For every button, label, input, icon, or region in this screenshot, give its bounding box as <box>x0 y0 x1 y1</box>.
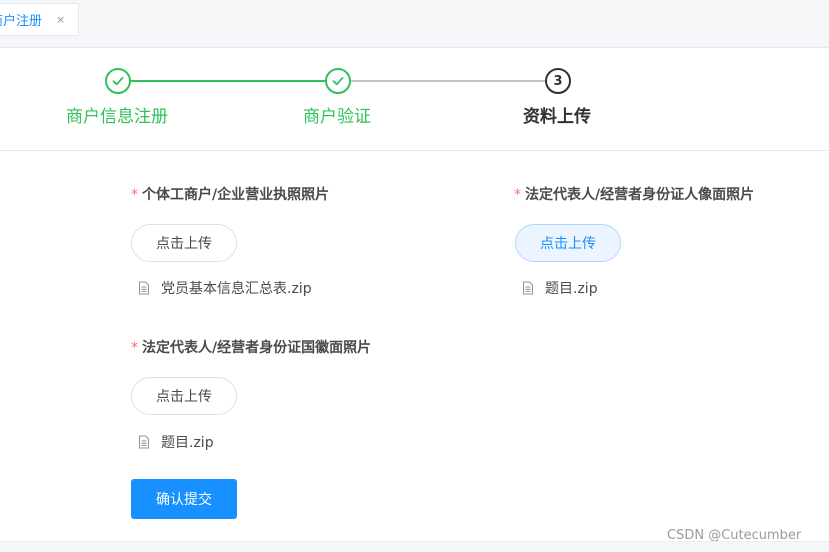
step-3-number: 3 <box>545 68 571 94</box>
document-icon <box>139 435 149 449</box>
required-asterisk: * <box>131 187 138 203</box>
close-icon[interactable]: × <box>56 13 65 26</box>
document-icon <box>523 281 533 295</box>
file-name: 题目.zip <box>545 281 598 297</box>
submit-button[interactable]: 确认提交 <box>131 479 237 519</box>
file-name: 题目.zip <box>161 435 214 451</box>
step-title-upload: 资料上传 <box>523 107 591 127</box>
file-name: 党员基本信息汇总表.zip <box>161 281 312 297</box>
steps: 3 商户信息注册 商户验证 资料上传 <box>0 48 829 151</box>
step-1-check-icon <box>105 68 131 94</box>
field-label-text: 法定代表人/经营者身份证人像面照片 <box>525 187 755 203</box>
required-asterisk: * <box>131 340 138 356</box>
field-label-text: 个体工商户/企业营业执照照片 <box>142 187 330 203</box>
tab-label: 商户注册 <box>0 14 43 29</box>
upload-button-id-emblem[interactable]: 点击上传 <box>131 377 237 415</box>
document-icon <box>139 281 149 295</box>
field-label-business-license: * 个体工商户/企业营业执照照片 <box>131 184 329 204</box>
step-connector-pending <box>351 80 546 82</box>
field-label-id-portrait: * 法定代表人/经营者身份证人像面照片 <box>514 184 754 204</box>
field-label-text: 法定代表人/经营者身份证国徽面照片 <box>142 340 372 356</box>
uploaded-file-id-emblem[interactable]: 题目.zip <box>137 432 214 452</box>
step-title-merchant-info: 商户信息注册 <box>66 107 168 127</box>
step-connector-finished <box>131 80 326 82</box>
bottom-bar <box>0 541 829 552</box>
required-asterisk: * <box>514 187 521 203</box>
upload-button-id-portrait[interactable]: 点击上传 <box>515 224 621 262</box>
tab-bar: 商户注册 × <box>0 0 829 48</box>
uploaded-file-business-license[interactable]: 党员基本信息汇总表.zip <box>137 278 312 298</box>
uploaded-file-id-portrait[interactable]: 题目.zip <box>521 278 598 298</box>
field-label-id-emblem: * 法定代表人/经营者身份证国徽面照片 <box>131 337 371 357</box>
step-title-merchant-verify: 商户验证 <box>303 107 371 127</box>
upload-button-business-license[interactable]: 点击上传 <box>131 224 237 262</box>
step-2-check-icon <box>325 68 351 94</box>
tab-merchant-register[interactable]: 商户注册 × <box>0 3 79 36</box>
